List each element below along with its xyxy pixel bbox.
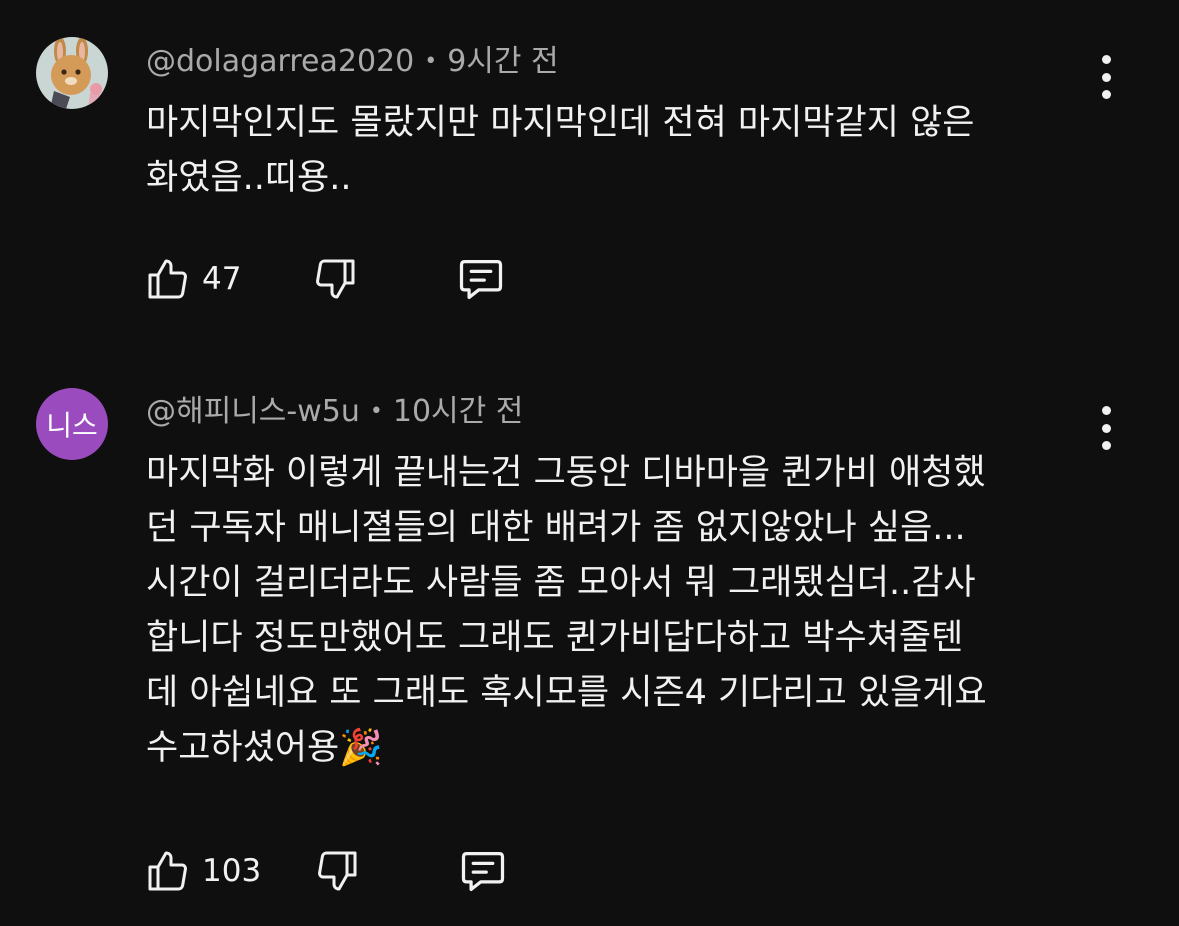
avatar-initials: 니스 xyxy=(46,409,98,442)
comment-meta: @dolagarrea2020 • 9시간 전 xyxy=(146,40,559,84)
kebab-dot xyxy=(1101,406,1111,415)
kebab-dot xyxy=(1101,72,1111,82)
comment-actions: 103 xyxy=(144,843,509,899)
thumbs-down-icon xyxy=(316,259,355,299)
separator: • xyxy=(424,49,438,74)
comment: @dolagarrea2020 • 9시간 전 마지막인지도 몰랐지만 마지막인데 … xyxy=(0,0,1179,340)
comment-actions: 47 xyxy=(144,251,507,307)
separator: • xyxy=(369,399,383,424)
author-name[interactable]: @해피니스-w5u xyxy=(146,394,360,429)
like-count: 47 xyxy=(202,261,242,297)
comment-text: 마지막인지도 몰랐지만 마지막인데 전혀 마지막같지 않은 화였음..띠용.. xyxy=(146,103,975,198)
like-button[interactable]: 103 xyxy=(144,847,261,895)
dislike-button[interactable] xyxy=(313,847,361,895)
kebab-dot xyxy=(1101,55,1111,64)
comment-meta: @해피니스-w5u • 10시간 전 xyxy=(146,390,523,434)
more-vert-icon[interactable] xyxy=(1094,55,1118,99)
thumbs-down-icon xyxy=(318,851,357,891)
comment: 니스 @해피니스-w5u • 10시간 전 마지막화 이렇게 끝내는건 그동안 디바… xyxy=(0,340,1179,926)
reply-button[interactable] xyxy=(457,845,509,897)
comment-text: 마지막화 이렇게 끝내는건 그동안 디바마을 퀸가비 애청했 던 구독자 매니졀… xyxy=(146,453,987,768)
reply-icon xyxy=(462,852,505,892)
like-button[interactable]: 47 xyxy=(144,255,241,303)
reply-button[interactable] xyxy=(455,253,507,305)
kebab-dot xyxy=(1101,423,1111,433)
dislike-button[interactable] xyxy=(311,255,359,303)
more-vert-icon[interactable] xyxy=(1094,406,1118,450)
reply-icon xyxy=(460,260,503,300)
thumbs-up-icon xyxy=(148,851,187,891)
timestamp[interactable]: 9시간 전 xyxy=(447,44,558,79)
bunny-avatar-icon xyxy=(36,37,108,109)
like-count: 103 xyxy=(202,853,262,889)
avatar[interactable]: 니스 xyxy=(36,388,108,460)
timestamp[interactable]: 10시간 전 xyxy=(393,394,524,429)
avatar[interactable] xyxy=(36,37,108,109)
author-name[interactable]: @dolagarrea2020 xyxy=(146,44,414,79)
thumbs-up-icon xyxy=(148,259,187,299)
